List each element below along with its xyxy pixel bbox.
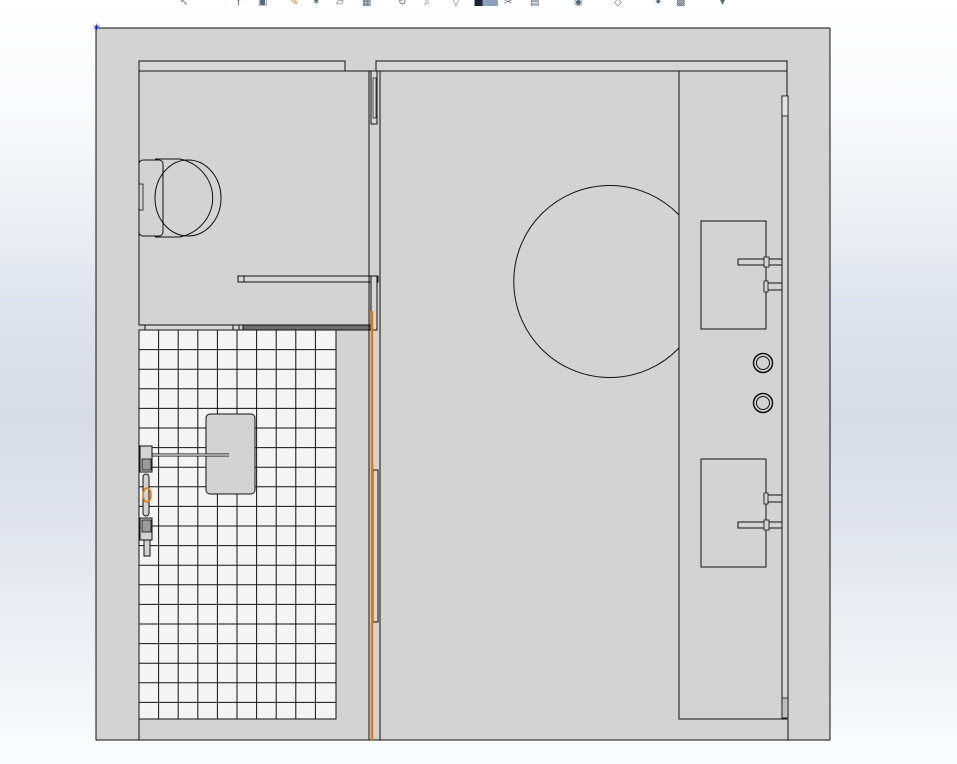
threshold-left[interactable] — [144, 324, 234, 331]
shelf-rail[interactable] — [237, 275, 379, 283]
control-knob-1[interactable] — [752, 352, 774, 374]
right-wall[interactable] — [781, 95, 789, 719]
control-knob-2[interactable] — [752, 392, 774, 414]
shelf-rail-end[interactable] — [237, 275, 245, 283]
top-wall-left[interactable] — [138, 60, 346, 72]
shower-tile-grid[interactable] — [138, 329, 337, 720]
cad-graphics-area[interactable] — [0, 0, 957, 764]
threshold-right[interactable] — [242, 324, 372, 331]
vanity-counter[interactable] — [678, 70, 788, 720]
right-wall-cap-top[interactable] — [781, 95, 789, 117]
origin-triad-icon[interactable]: ✶ — [92, 21, 101, 34]
top-wall-right[interactable] — [375, 60, 788, 72]
threshold-small[interactable] — [232, 324, 240, 331]
right-wall-cap-bottom[interactable] — [781, 697, 789, 719]
partition-glass-lower[interactable] — [372, 469, 379, 623]
